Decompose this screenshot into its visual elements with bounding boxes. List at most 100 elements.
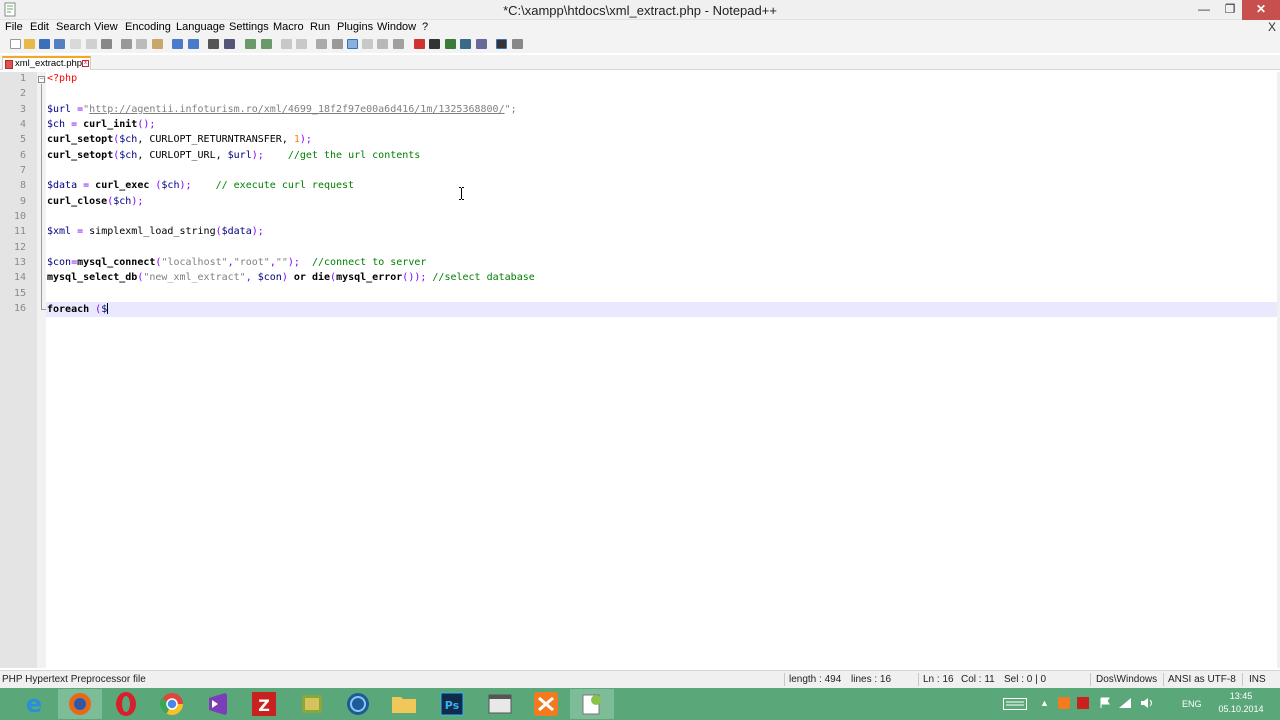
menu-macro[interactable]: Macro (273, 21, 304, 33)
code-token: ()); (402, 272, 433, 283)
new-file-icon[interactable] (10, 39, 21, 49)
tab-strip: xml_extract.php x (0, 55, 1280, 70)
code-token: die (311, 272, 331, 283)
filezilla-tray-icon[interactable] (1077, 697, 1089, 709)
replace-icon[interactable] (224, 39, 235, 49)
line-number: 8 (19, 180, 26, 191)
close-all-icon[interactable] (86, 39, 97, 49)
status-sel: Sel : 0 | 0 (1004, 674, 1047, 685)
taskbar-network[interactable] (336, 689, 380, 719)
menu-bar: File Edit Search View Encoding Language … (0, 20, 1280, 36)
menu-window[interactable]: Window (377, 21, 416, 33)
menu-settings[interactable]: Settings (229, 21, 269, 33)
language-indicator[interactable]: ENG (1182, 699, 1202, 709)
status-divider (1163, 673, 1164, 686)
show-hidden-icons-icon[interactable]: ▲ (1040, 698, 1049, 708)
close-button[interactable]: ✕ (1242, 0, 1280, 20)
taskbar-filezilla[interactable]: Z (242, 689, 286, 719)
menu-help[interactable]: ? (422, 21, 428, 33)
minimize-button[interactable]: — (1190, 0, 1218, 20)
zoom-in-icon[interactable] (245, 39, 256, 49)
taskbar-terminal[interactable] (478, 689, 522, 719)
taskbar-opera[interactable] (104, 689, 148, 719)
menu-view[interactable]: View (94, 21, 118, 33)
code-line: 14 mysql_select_db("new_xml_extract", $c… (0, 271, 1276, 286)
opera-icon (116, 692, 136, 716)
code-token: ); (251, 150, 288, 161)
code-token: curl_init (83, 119, 138, 130)
menu-run[interactable]: Run (310, 21, 330, 33)
taskbar-chrome[interactable] (150, 689, 194, 719)
spell-check-icon[interactable] (496, 39, 507, 49)
xampp-tray-icon[interactable] (1058, 697, 1070, 709)
volume-icon[interactable] (1140, 697, 1154, 709)
code-line: 11 $xml = simplexml_load_string($data); (0, 225, 1276, 240)
tab-xml-extract[interactable]: xml_extract.php x (2, 56, 91, 70)
code-token: = (65, 119, 84, 130)
stop-recording-icon[interactable] (429, 39, 440, 49)
system-clock[interactable]: 13:45 05.10.2014 (1208, 690, 1274, 716)
photoshop-icon: Ps (440, 692, 464, 716)
sync-horizontal-icon[interactable] (296, 39, 307, 49)
menu-edit[interactable]: Edit (30, 21, 49, 33)
taskbar-file-explorer[interactable] (382, 689, 426, 719)
menu-encoding[interactable]: Encoding (125, 21, 171, 33)
url-link[interactable]: http://agentii.infoturism.ro/xml/4699_18… (89, 104, 504, 115)
code-comment: //connect to server (312, 257, 427, 268)
maximize-button[interactable]: ❐ (1218, 0, 1242, 20)
code-token: $ch (119, 134, 138, 145)
taskbar-game[interactable] (290, 689, 334, 719)
code-token: ); (131, 196, 144, 207)
taskbar-visual-studio[interactable] (196, 689, 240, 719)
word-wrap-icon[interactable] (316, 39, 327, 49)
cut-icon[interactable] (121, 39, 132, 49)
zoom-out-icon[interactable] (261, 39, 272, 49)
save-icon[interactable] (39, 39, 50, 49)
taskbar-internet-explorer[interactable]: e (12, 689, 56, 719)
close-document-button[interactable]: X (1268, 20, 1276, 34)
settings-icon[interactable] (512, 39, 523, 49)
open-file-icon[interactable] (24, 39, 35, 49)
code-token: ( (149, 180, 162, 191)
taskbar-firefox[interactable] (58, 689, 102, 719)
save-macro-icon[interactable] (476, 39, 487, 49)
line-number: 10 (13, 211, 26, 222)
record-macro-icon[interactable] (414, 39, 425, 49)
flag-icon[interactable] (1099, 697, 1111, 709)
code-text: foreach ($ (47, 303, 109, 315)
clock-time: 13:45 (1229, 691, 1253, 701)
menu-file[interactable]: File (5, 21, 23, 33)
redo-icon[interactable] (188, 39, 199, 49)
print-icon[interactable] (101, 39, 112, 49)
copy-icon[interactable] (136, 39, 147, 49)
find-icon[interactable] (208, 39, 219, 49)
menu-language[interactable]: Language (176, 21, 225, 33)
close-file-icon[interactable] (70, 39, 81, 49)
indent-guide-icon[interactable] (347, 39, 358, 49)
code-token: $data (221, 226, 252, 237)
tab-close-icon[interactable]: x (82, 60, 89, 67)
save-all-icon[interactable] (54, 39, 65, 49)
status-divider (1090, 673, 1091, 686)
code-token: ); (251, 226, 264, 237)
taskbar-notepad-plus-plus[interactable] (570, 689, 614, 719)
menu-search[interactable]: Search (56, 21, 91, 33)
document-map-icon[interactable] (377, 39, 388, 49)
taskbar-xampp[interactable] (524, 689, 568, 719)
code-token: $ch (47, 119, 66, 130)
sync-vertical-icon[interactable] (281, 39, 292, 49)
network-icon (347, 693, 369, 715)
run-macro-multiple-icon[interactable] (460, 39, 471, 49)
keyboard-icon[interactable] (1003, 698, 1027, 710)
code-editor[interactable]: − 1 <?php 2 3 $url ="http://agentii.info… (0, 72, 1280, 668)
undo-icon[interactable] (172, 39, 183, 49)
user-defined-language-icon[interactable] (362, 39, 373, 49)
show-all-characters-icon[interactable] (332, 39, 343, 49)
playback-macro-icon[interactable] (445, 39, 456, 49)
taskbar-photoshop[interactable]: Ps (430, 689, 474, 719)
function-list-icon[interactable] (393, 39, 404, 49)
paste-icon[interactable] (152, 39, 163, 49)
code-token: $xml (47, 226, 72, 237)
network-tray-icon[interactable] (1118, 697, 1132, 709)
menu-plugins[interactable]: Plugins (337, 21, 373, 33)
